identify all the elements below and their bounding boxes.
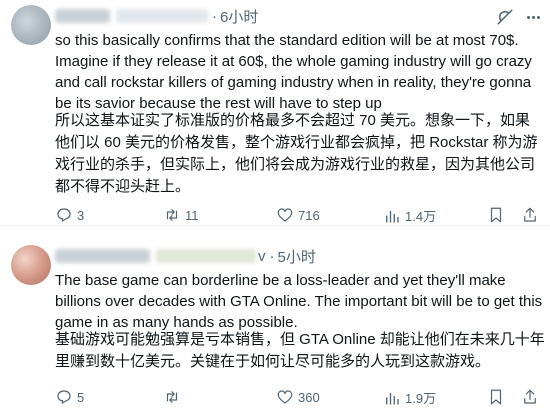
heart-icon (277, 390, 293, 404)
share-icon[interactable] (521, 388, 539, 406)
tweet-text: The base game can borderline be a loss-l… (55, 272, 543, 331)
reply-icon (57, 390, 71, 405)
separator: · (269, 247, 275, 265)
like-count: 716 (298, 207, 320, 223)
like-button[interactable]: 360 (276, 388, 320, 406)
tweet-2[interactable]: v · 5小时 The base game can borderline be … (0, 230, 550, 413)
repost-icon (166, 391, 178, 403)
bookmark-icon[interactable] (487, 206, 505, 224)
tweet-translation: 基础游戏可能勉强算是亏本销售，但 GTA Online 却能让他们在未来几十年里… (55, 331, 545, 370)
views-count: 1.9万 (405, 391, 437, 406)
tweet-1[interactable]: · 6小时 so this basically confirms that th… (0, 0, 550, 225)
views-icon (386, 210, 399, 223)
author-name-redacted[interactable] (55, 9, 110, 23)
reply-count: 5 (77, 389, 85, 405)
timestamp[interactable]: 5小时 (278, 246, 316, 267)
like-count: 360 (298, 389, 320, 405)
tweet-actions: 5 360 1.9万 (55, 388, 545, 408)
heart-icon (277, 208, 293, 222)
tweet-translation: 所以这基本证实了标准版的价格最多不会超过 70 美元。想象一下，如果他们以 60… (55, 112, 538, 195)
tweet-header: v · 5小时 (55, 246, 316, 266)
author-handle-redacted[interactable] (116, 9, 208, 23)
tweet-actions: 3 11 716 1.4万 (55, 206, 545, 226)
separator: · (212, 7, 217, 25)
bookmark-icon[interactable] (487, 388, 505, 406)
author-handle-redacted[interactable] (156, 249, 256, 263)
repost-count: 11 (185, 207, 199, 223)
tweet-text: so this basically confirms that the stan… (55, 32, 532, 112)
repost-button[interactable]: 11 (163, 206, 199, 224)
views-count: 1.4万 (405, 209, 437, 224)
tweet-header: · 6小时 (55, 6, 258, 26)
avatar[interactable] (11, 245, 51, 285)
views-icon (386, 392, 399, 405)
grok-icon[interactable] (496, 8, 514, 26)
reply-button[interactable]: 3 (55, 206, 84, 224)
repost-button[interactable] (163, 388, 185, 406)
like-button[interactable]: 716 (276, 206, 320, 224)
share-icon[interactable] (521, 206, 539, 224)
views-button[interactable]: 1.4万 (383, 206, 436, 225)
avatar[interactable] (11, 5, 51, 45)
views-button[interactable]: 1.9万 (383, 388, 436, 407)
reply-button[interactable]: 5 (55, 388, 84, 406)
more-options-icon[interactable] (523, 7, 543, 27)
timestamp[interactable]: 6小时 (220, 6, 258, 27)
author-handle-tail: v (258, 247, 266, 265)
repost-icon (166, 209, 178, 221)
reply-icon (57, 208, 71, 223)
author-name-redacted[interactable] (55, 249, 150, 263)
reply-count: 3 (77, 207, 85, 223)
